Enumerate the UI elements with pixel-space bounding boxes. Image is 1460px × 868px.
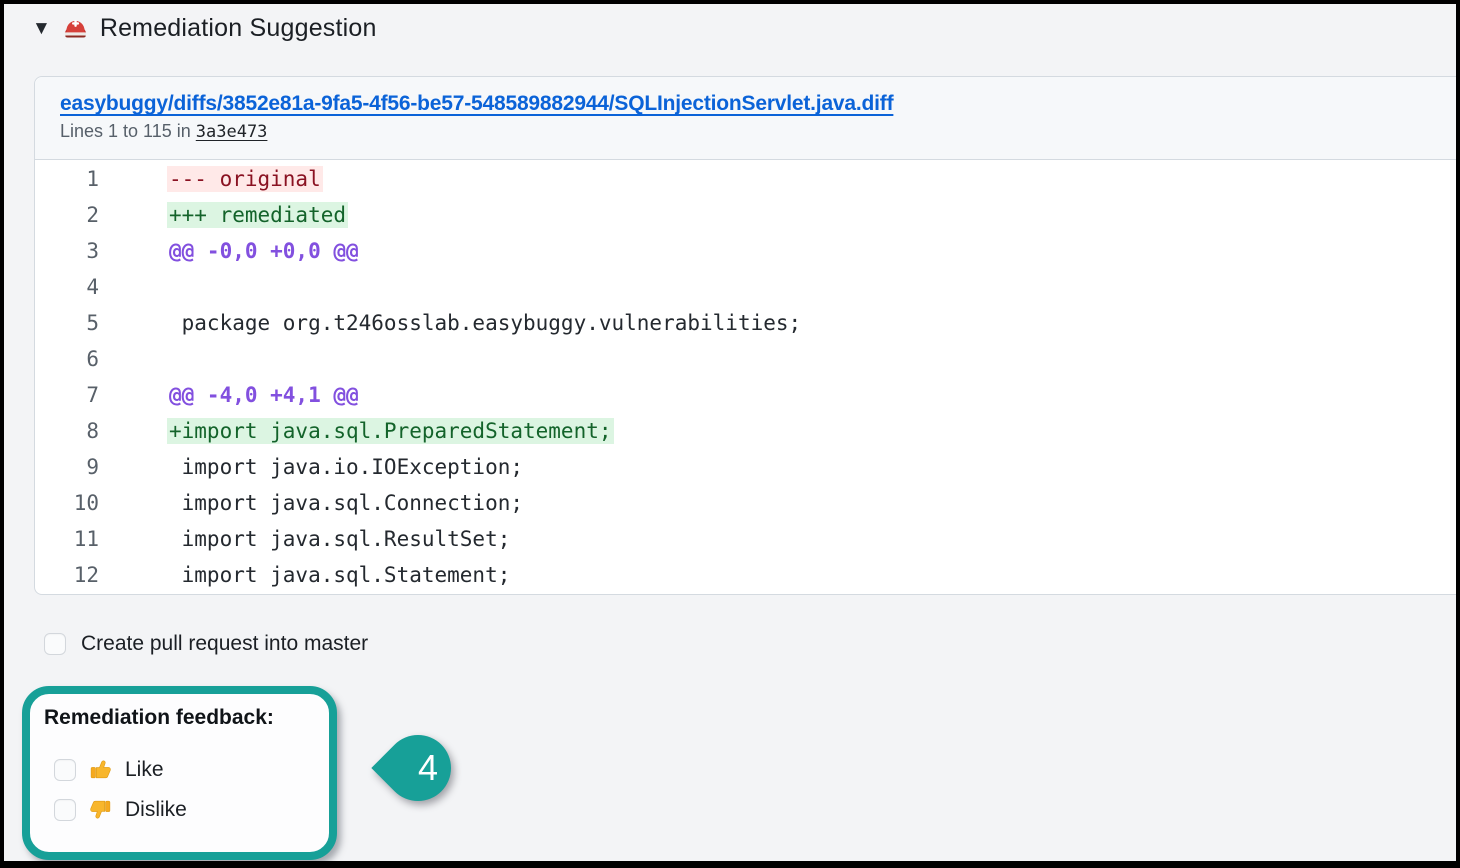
dislike-checkbox[interactable]	[54, 799, 76, 821]
like-checkbox[interactable]	[54, 759, 76, 781]
line-code-text: @@ -4,0 +4,1 @@	[167, 382, 361, 408]
collapse-triangle-icon[interactable]: ▼	[32, 19, 51, 38]
line-code-text	[167, 346, 171, 372]
diff-line: 9 import java.io.IOException;	[35, 449, 1460, 485]
balloon-teardrop-shape	[371, 721, 464, 814]
line-code-text: import java.io.IOException;	[167, 454, 525, 480]
commit-ref-link[interactable]: 3a3e473	[196, 122, 268, 142]
line-number: 11	[35, 521, 99, 557]
create-pr-checkbox[interactable]	[44, 633, 66, 655]
section-title: Remediation Suggestion	[100, 14, 377, 43]
line-number: 2	[35, 197, 99, 233]
line-code-text	[167, 274, 171, 300]
line-number: 12	[35, 557, 99, 593]
diff-body: 1 --- original 2 +++ remediated 3 @@ -0,…	[35, 160, 1460, 593]
lines-range: Lines 1 to 115 in 3a3e473	[60, 121, 1443, 142]
thumbs-up-icon	[88, 757, 113, 782]
dislike-label: Dislike	[125, 798, 187, 822]
dislike-option-row: Dislike	[54, 797, 329, 822]
diff-line: 10 import java.sql.Connection;	[35, 485, 1460, 521]
line-number: 9	[35, 449, 99, 485]
diff-line: 7 @@ -4,0 +4,1 @@	[35, 377, 1460, 413]
diff-line: 6	[35, 341, 1460, 377]
like-option-row: Like	[54, 757, 329, 782]
like-label: Like	[125, 758, 164, 782]
diff-line: 4	[35, 269, 1460, 305]
create-pr-row: Create pull request into master	[44, 632, 368, 656]
annotation-step-number: 4	[380, 720, 476, 816]
diff-line: 2 +++ remediated	[35, 197, 1460, 233]
thumbs-down-icon	[88, 797, 113, 822]
section-header: ▼ Remediation Suggestion	[32, 14, 377, 43]
line-code-text: import java.sql.ResultSet;	[167, 526, 512, 552]
feedback-title: Remediation feedback:	[44, 706, 329, 730]
line-number: 1	[35, 161, 99, 197]
lines-range-text: Lines 1 to 115 in	[60, 121, 196, 141]
line-code-text: +++ remediated	[167, 202, 348, 228]
line-number: 8	[35, 413, 99, 449]
line-code-text: @@ -0,0 +0,0 @@	[167, 238, 361, 264]
line-number: 3	[35, 233, 99, 269]
line-code-text: import java.sql.Statement;	[167, 562, 512, 588]
diff-line: 5 package org.t246osslab.easybuggy.vulne…	[35, 305, 1460, 341]
line-number: 4	[35, 269, 99, 305]
screenshot-frame: ▼ Remediation Suggestion easybuggy/diffs…	[0, 0, 1460, 868]
diff-line: 3 @@ -0,0 +0,0 @@	[35, 233, 1460, 269]
diff-file-link[interactable]: easybuggy/diffs/3852e81a-9fa5-4f56-be57-…	[60, 92, 893, 116]
diff-card-header: easybuggy/diffs/3852e81a-9fa5-4f56-be57-…	[35, 77, 1460, 160]
line-number: 6	[35, 341, 99, 377]
line-number: 10	[35, 485, 99, 521]
remediation-feedback-box: Remediation feedback: Like Dislike	[22, 686, 337, 860]
create-pr-label: Create pull request into master	[81, 632, 368, 656]
diff-line: 1 --- original	[35, 161, 1460, 197]
line-code-text: --- original	[167, 166, 323, 192]
line-number: 7	[35, 377, 99, 413]
diff-line: 8 +import java.sql.PreparedStatement;	[35, 413, 1460, 449]
diff-line: 12 import java.sql.Statement;	[35, 557, 1460, 593]
annotation-balloon-4: 4	[370, 720, 466, 816]
line-code-text: import java.sql.Connection;	[167, 490, 525, 516]
rescue-helmet-icon	[62, 15, 89, 42]
diff-card: easybuggy/diffs/3852e81a-9fa5-4f56-be57-…	[34, 76, 1460, 595]
line-number: 5	[35, 305, 99, 341]
line-code-text: package org.t246osslab.easybuggy.vulnera…	[167, 310, 803, 336]
line-code-text: +import java.sql.PreparedStatement;	[167, 418, 614, 444]
diff-line: 11 import java.sql.ResultSet;	[35, 521, 1460, 557]
